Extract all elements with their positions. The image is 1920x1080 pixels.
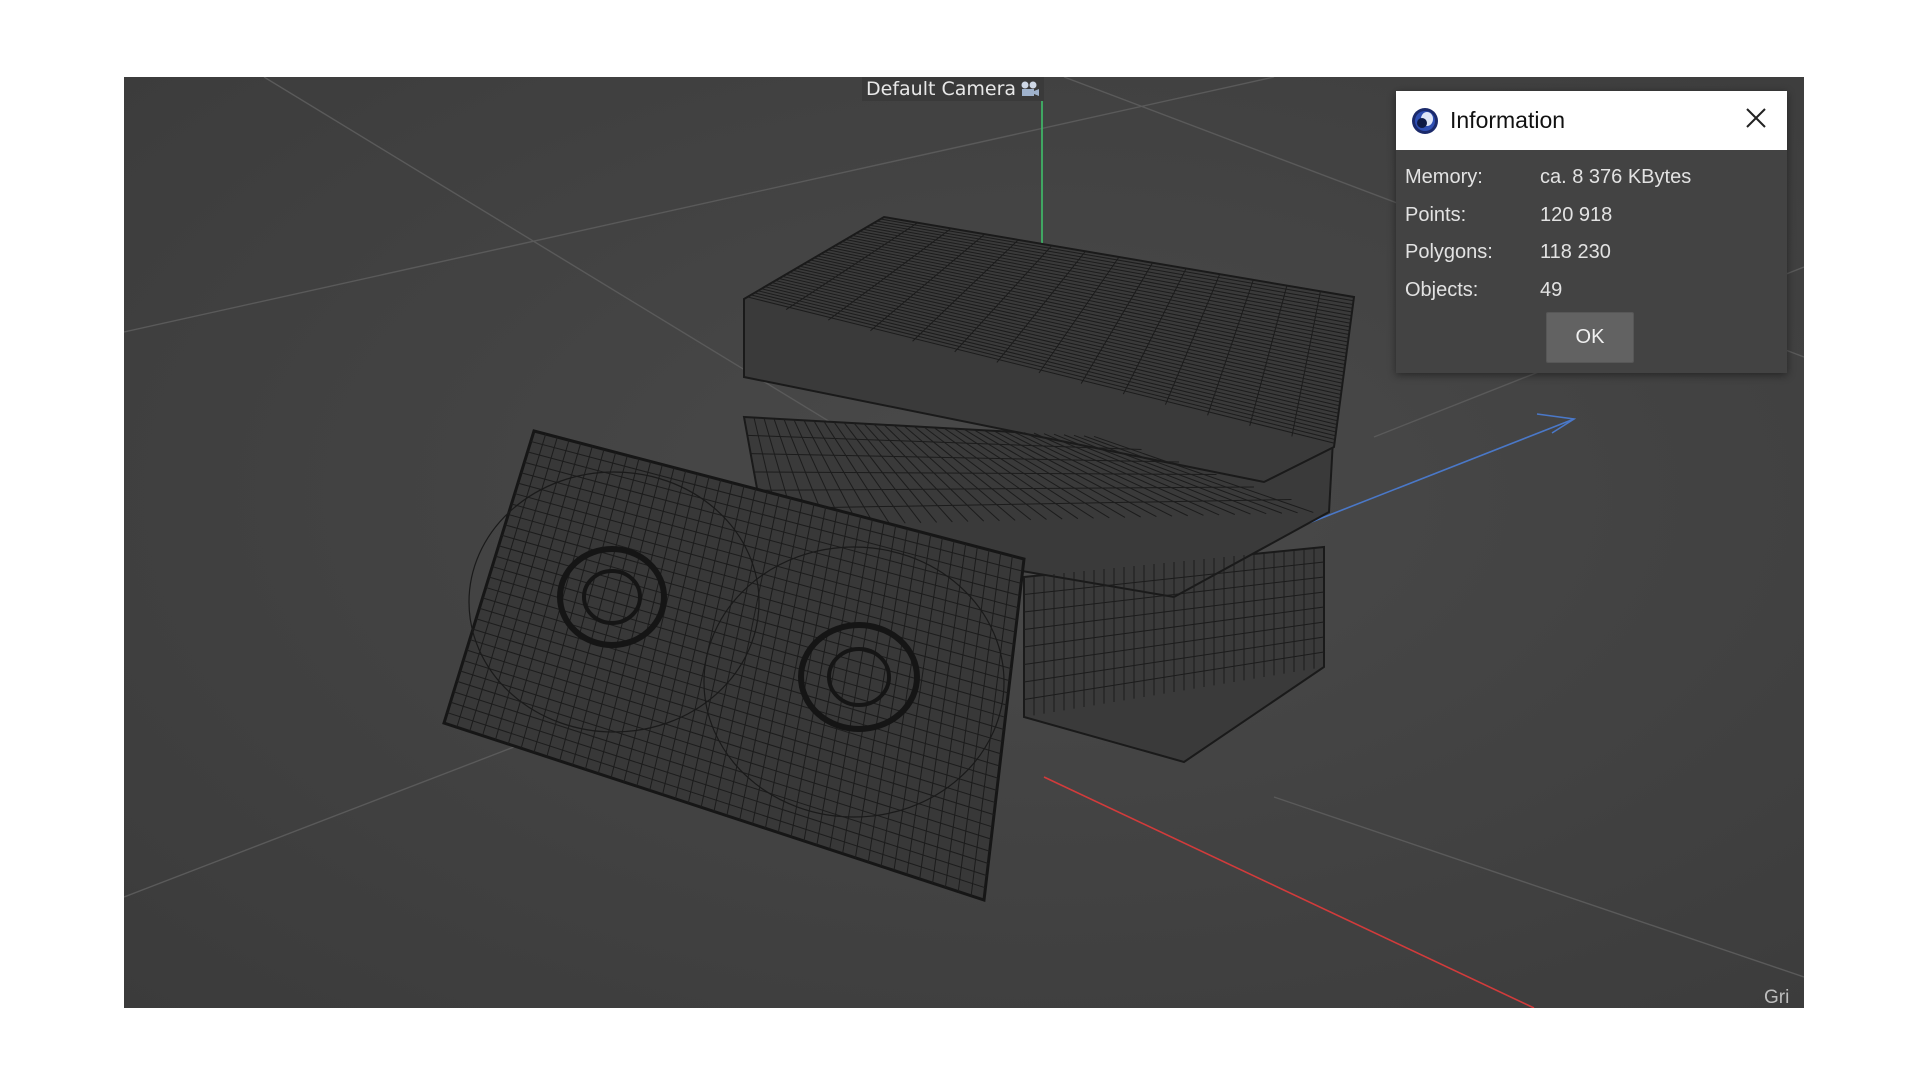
dialog-title: Information <box>1450 107 1566 133</box>
info-key: Memory: <box>1405 166 1483 189</box>
info-row-objects: Objects: 49 <box>1405 272 1691 310</box>
ok-button[interactable]: OK <box>1546 312 1634 363</box>
info-key: Polygons: <box>1405 241 1493 264</box>
info-value: 120 918 <box>1540 203 1613 226</box>
info-table: Memory: ca. 8 376 KBytes Points: 120 918… <box>1405 159 1691 309</box>
info-row-polygons: Polygons: 118 230 <box>1405 234 1691 272</box>
info-value: ca. 8 376 KBytes <box>1540 166 1692 189</box>
cinema4d-logo-icon <box>1410 106 1440 136</box>
close-icon <box>1745 107 1767 134</box>
x-axis-line <box>1043 776 1535 1008</box>
info-row-memory: Memory: ca. 8 376 KBytes <box>1405 159 1691 197</box>
info-key: Points: <box>1405 203 1467 226</box>
camera-label[interactable]: Default Camera <box>862 77 1045 101</box>
z-axis-line <box>1308 418 1575 524</box>
close-button[interactable] <box>1739 103 1773 137</box>
info-value: 49 <box>1540 278 1563 301</box>
info-key: Objects: <box>1405 278 1479 301</box>
information-dialog: Information Memory: ca. 8 376 KBytes Poi… <box>1396 91 1787 373</box>
3d-viewport[interactable]: Default Camera Gri Information Memory: c… <box>124 77 1804 1008</box>
info-row-points: Points: 120 918 <box>1405 197 1691 235</box>
z-axis-arrowhead <box>1536 413 1577 434</box>
camera-icon <box>1020 80 1040 98</box>
info-value: 118 230 <box>1540 241 1611 264</box>
dialog-titlebar[interactable]: Information <box>1396 91 1787 150</box>
camera-label-text: Default Camera <box>866 78 1017 100</box>
grid-label: Gri <box>1764 987 1790 1008</box>
